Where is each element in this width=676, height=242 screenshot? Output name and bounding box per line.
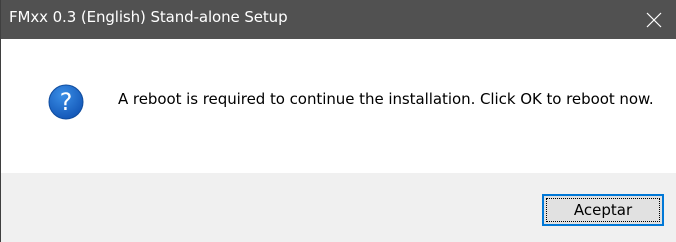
close-button[interactable] [632, 0, 676, 39]
setup-dialog: FMxx 0.3 (English) Stand-alone Setup ? A… [0, 0, 676, 242]
accept-button-label: Aceptar [573, 201, 633, 219]
title-bar[interactable]: FMxx 0.3 (English) Stand-alone Setup [1, 0, 676, 39]
button-bar: Aceptar [1, 173, 676, 242]
close-icon [646, 12, 662, 28]
question-icon: ? [48, 84, 84, 120]
dialog-content: ? A reboot is required to continue the i… [1, 39, 676, 173]
dialog-message: A reboot is required to continue the ins… [118, 90, 654, 108]
svg-text:?: ? [60, 88, 73, 116]
window-title: FMxx 0.3 (English) Stand-alone Setup [9, 8, 288, 26]
accept-button[interactable]: Aceptar [542, 194, 664, 226]
